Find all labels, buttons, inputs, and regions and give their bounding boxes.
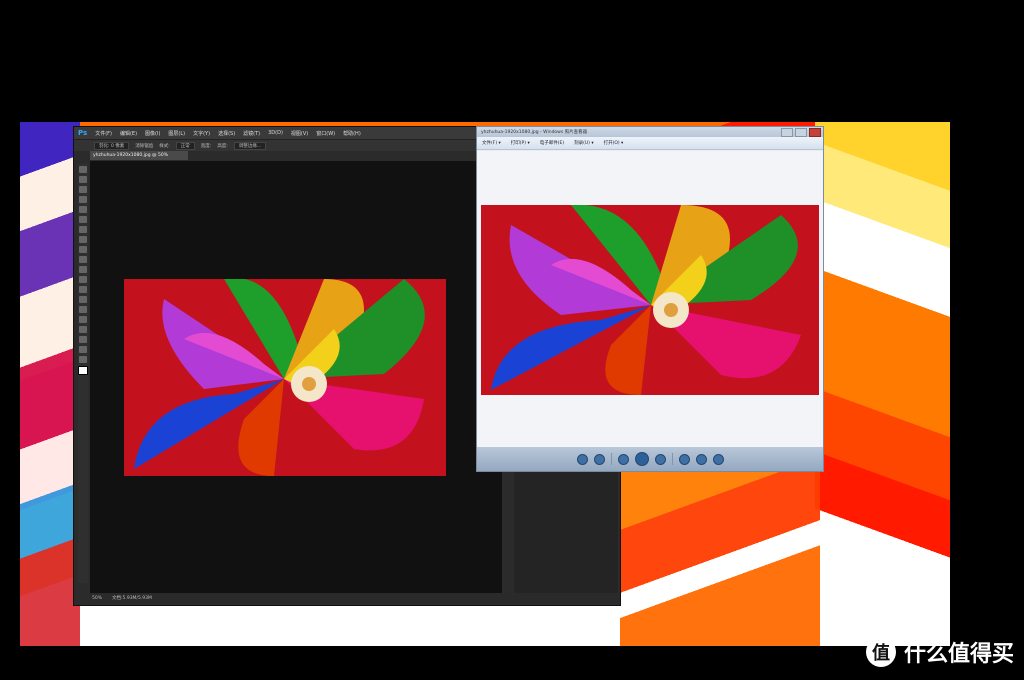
ps-toolbar [78,163,88,583]
healing-tool-icon[interactable] [79,226,87,233]
ps-document-tab[interactable]: yhzhuhua-1920x1080.jpg @ 50%(RGB/8#) × [90,151,188,167]
ps-status-bar: 50% 文档:5.93M/5.93M [90,593,620,603]
photo-viewer-window[interactable]: yhzhuhua-1920x1080.jpg - Windows 照片查看器 文… [476,126,824,472]
ps-menu-window[interactable]: 窗口(W) [316,130,335,137]
viewer-menu-open[interactable]: 打开(O) ▾ [604,140,624,146]
next-icon[interactable] [654,453,666,465]
wallpaper-bottom [620,467,820,646]
shape-tool-icon[interactable] [79,336,87,343]
move-tool-icon[interactable] [79,166,87,173]
antialias-checkbox[interactable]: 消除锯齿 [135,143,153,149]
marquee-tool-icon[interactable] [79,176,87,183]
wallpaper-right [815,122,950,646]
ps-menu-3d[interactable]: 3D(D) [268,130,283,136]
watermark-logo-icon: 值 [865,637,896,667]
minimize-icon[interactable] [781,127,793,137]
viewer-menu-file[interactable]: 文件(F) ▾ [482,140,501,146]
actual-size-icon[interactable] [593,453,605,465]
ps-logo: Ps [78,129,88,137]
eraser-tool-icon[interactable] [79,266,87,273]
ps-menu-edit[interactable]: 编辑(E) [120,130,137,137]
ps-menu-image[interactable]: 图像(I) [145,130,160,137]
ps-flower-image [124,279,446,476]
pen-tool-icon[interactable] [79,306,87,313]
color-swatch-icon[interactable] [78,366,88,375]
refine-edge-button[interactable]: 调整边缘... [233,141,267,150]
ps-menu-layer[interactable]: 图层(L) [168,130,185,137]
ps-menu-view[interactable]: 视图(V) [291,130,308,137]
previous-icon[interactable] [617,453,629,465]
stamp-tool-icon[interactable] [79,246,87,253]
ps-menu-help[interactable]: 帮助(H) [343,130,361,137]
style-select[interactable]: 正常 [175,141,195,150]
hand-tool-icon[interactable] [79,346,87,353]
zoom-tool-icon[interactable] [79,356,87,363]
doc-size: 文档:5.93M/5.93M [112,596,152,601]
blur-tool-icon[interactable] [79,286,87,293]
width-label: 宽度: [200,143,212,149]
rotate-left-icon[interactable] [678,453,690,465]
viewer-controls [477,447,823,471]
viewer-title-bar: yhzhuhua-1920x1080.jpg - Windows 照片查看器 [477,127,823,137]
watermark-text: 什么值得买 [903,642,1014,667]
eyedropper-tool-icon[interactable] [79,216,87,223]
delete-icon[interactable] [712,453,724,465]
type-tool-icon[interactable] [79,316,87,323]
viewer-body [477,151,823,447]
watermark: 值 什么值得买 [865,636,1014,668]
history-brush-tool-icon[interactable] [79,256,87,263]
viewer-menu-print[interactable]: 打印(P) ▾ [511,140,530,146]
height-label: 高度: [217,143,228,149]
close-icon[interactable] [809,127,821,137]
viewer-menu-burn[interactable]: 刻录(U) ▾ [574,140,594,146]
ps-menu-file[interactable]: 文件(F) [95,130,112,137]
quick-select-tool-icon[interactable] [79,196,87,203]
zoom-level[interactable]: 50% [92,596,102,601]
style-label: 样式: [159,143,170,149]
slideshow-play-icon[interactable] [634,452,649,466]
ps-menu-filter[interactable]: 滤镜(T) [243,130,260,137]
path-select-tool-icon[interactable] [79,326,87,333]
maximize-icon[interactable] [795,127,807,137]
ps-menu-type[interactable]: 文字(Y) [193,130,210,137]
dodge-tool-icon[interactable] [79,296,87,303]
brush-tool-icon[interactable] [79,236,87,243]
wallpaper-left [20,122,80,646]
separator [610,453,612,465]
rotate-right-icon[interactable] [695,453,707,465]
lasso-tool-icon[interactable] [79,186,87,193]
gradient-tool-icon[interactable] [79,276,87,283]
feather-field[interactable]: 羽化: 0 像素 [94,141,130,150]
zoom-icon[interactable] [576,453,588,465]
viewer-title: yhzhuhua-1920x1080.jpg - Windows 照片查看器 [481,130,588,135]
viewer-menubar: 文件(F) ▾ 打印(P) ▾ 电子邮件(E) 刻录(U) ▾ 打开(O) ▾ [477,137,823,150]
viewer-menu-email[interactable]: 电子邮件(E) [540,140,564,146]
viewer-flower-image [481,205,819,395]
crop-tool-icon[interactable] [79,206,87,213]
separator [671,453,673,465]
ps-menu-select[interactable]: 选择(S) [218,130,235,137]
